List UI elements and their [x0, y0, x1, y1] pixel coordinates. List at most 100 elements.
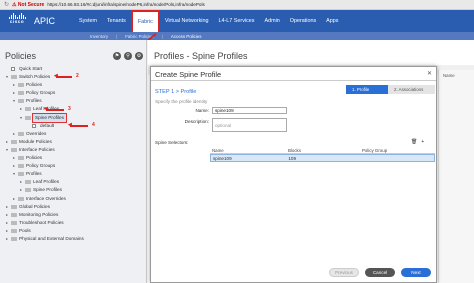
quick-start-icon[interactable]: ⚑ [113, 52, 121, 60]
chevron-right-icon[interactable]: ▸ [13, 154, 17, 162]
close-icon[interactable]: ✕ [427, 70, 432, 77]
subtab-access-policies[interactable]: Access Policies [167, 32, 206, 40]
table-row[interactable]: spine109 109 [210, 154, 435, 162]
chevron-down-icon[interactable]: ▾ [20, 114, 24, 122]
tree-item[interactable]: ▸ Overrides [0, 130, 146, 138]
tree-item-label: Troubleshoot Policies [19, 219, 64, 225]
tree-item[interactable]: ▸ Interface Overrides [0, 195, 146, 203]
cancel-button[interactable]: Cancel [365, 268, 395, 277]
reload-icon[interactable]: ↻ [4, 1, 9, 8]
step-subtitle: Specify the profile identity [155, 99, 208, 104]
tree-item[interactable]: ▾ Profiles [0, 97, 146, 105]
cisco-wordmark: cisco [9, 19, 25, 24]
tree-item[interactable]: ▸Leaf Profiles [0, 105, 146, 113]
tab-operations[interactable]: Operations [285, 10, 321, 32]
tree-item[interactable]: ▸ Policies [0, 81, 146, 89]
delete-icon[interactable]: 🗑 [411, 139, 417, 145]
previous-button[interactable]: Previous [329, 268, 359, 277]
dialog-title: Create Spine Profile [155, 70, 222, 79]
not-secure-warning: ⚠ Not Secure [12, 1, 45, 8]
folder-icon [11, 220, 17, 225]
chevron-right-icon[interactable]: ▸ [13, 81, 17, 89]
description-label: Description: [184, 119, 209, 124]
tab-apps[interactable]: Apps [321, 10, 343, 32]
chevron-right-icon[interactable]: ▸ [13, 130, 17, 138]
tree-item[interactable]: ▾ Profiles [0, 170, 146, 178]
tab-admin[interactable]: Admin [259, 10, 284, 32]
tab-system[interactable]: System [74, 10, 102, 32]
url-text[interactable]: https://10.66.93.16/#c:d|uni/infra/spine… [47, 2, 205, 7]
chevron-right-icon[interactable]: ▸ [6, 138, 10, 146]
chevron-right-icon[interactable]: ▸ [13, 162, 17, 170]
item-icon [32, 123, 36, 128]
search-icon[interactable]: ⚲ [124, 52, 132, 60]
annotation-arrowhead-icon: ◀ [68, 122, 72, 128]
tree-item-label: Switch Policies [19, 74, 51, 80]
chevron-right-icon[interactable]: ▸ [6, 219, 10, 227]
add-icon[interactable]: + [421, 139, 424, 145]
tree-item[interactable]: Quick Start [0, 65, 146, 73]
chevron-down-icon[interactable]: ▾ [6, 73, 10, 81]
step-associations-tab[interactable]: 2. Associations [388, 85, 435, 94]
name-input[interactable] [212, 107, 287, 114]
chevron-right-icon[interactable]: ▸ [6, 235, 10, 243]
tree-item[interactable]: ▸ Troubleshoot Policies [0, 219, 146, 227]
tree-item-label: Policy Groups [26, 163, 56, 169]
chevron-right-icon[interactable]: ▸ [6, 211, 10, 219]
next-button[interactable]: Next [401, 268, 431, 277]
tab-tenants[interactable]: Tenants [102, 10, 131, 32]
tree-item[interactable]: ▾ Spine Profiles [0, 112, 146, 123]
tree-item-label: Interface Overrides [26, 195, 66, 201]
tree-item[interactable]: ▸ Pools [0, 227, 146, 235]
annotation-arrowhead-icon: ◀ [54, 73, 58, 79]
subnav-separator: | [116, 33, 118, 39]
tree-item[interactable]: ▾ Switch Policies [0, 73, 146, 81]
background-column-header: Name [443, 73, 455, 78]
chevron-right-icon[interactable]: ▸ [20, 178, 24, 186]
chevron-right-icon[interactable]: ▸ [20, 105, 24, 113]
tree-item[interactable]: ▸ Policies [0, 154, 146, 162]
tree-item-label: Spine Profiles [32, 112, 67, 123]
folder-icon [18, 131, 24, 136]
chevron-right-icon[interactable]: ▸ [20, 186, 24, 194]
tab-virtual-networking[interactable]: Virtual Networking [160, 10, 214, 32]
chevron-right-icon[interactable]: ▸ [13, 89, 17, 97]
cell-blocks: 109 [288, 155, 296, 161]
tree-item[interactable]: ▾ Interface Policies [0, 146, 146, 154]
tab-fabric[interactable]: Fabric [130, 10, 160, 32]
tree-item[interactable]: ▸ Leaf Profiles [0, 178, 146, 186]
tree-item[interactable]: ▸ Physical and External Domains [0, 235, 146, 243]
tree-item[interactable]: ▸ Policy Groups [0, 89, 146, 97]
divider [151, 80, 436, 81]
chevron-down-icon[interactable]: ▾ [6, 146, 10, 154]
tree-item-label: Leaf Profiles [33, 179, 60, 185]
tab-l4-l7-services[interactable]: L4-L7 Services [214, 10, 260, 32]
chevron-right-icon[interactable]: ▸ [13, 195, 17, 203]
spine-selectors-label: Spine Selectors: [155, 140, 189, 145]
annotation-3: 3 [68, 106, 71, 112]
tree-item[interactable]: ▸ Policy Groups [0, 162, 146, 170]
folder-icon [11, 236, 17, 241]
chevron-right-icon[interactable]: ▸ [6, 227, 10, 235]
settings-icon[interactable]: ⚙ [135, 52, 143, 60]
annotation-2: 2 [76, 73, 79, 79]
tree-item[interactable]: ▸ Monitoring Policies [0, 211, 146, 219]
left-panel: Policies ⚑ ⚲ ⚙ Quick Start ▾ Switch Polici… [0, 40, 147, 283]
tree-item-label: Policies [26, 82, 43, 88]
tree-item[interactable]: ▸ Spine Profiles [0, 186, 146, 194]
tree-item[interactable]: ▸ Module Policies [0, 138, 146, 146]
tree-item-label: Policies [26, 155, 43, 161]
folder-icon [25, 115, 31, 120]
tree-item[interactable]: ▸ Global Policies [0, 203, 146, 211]
browser-address-bar[interactable]: ↻ ⚠ Not Secure https://10.66.93.16/#c:d|… [0, 0, 474, 10]
subtab-inventory[interactable]: Inventory [86, 32, 112, 40]
folder-icon [18, 91, 24, 96]
chevron-down-icon[interactable]: ▾ [13, 97, 17, 105]
column-blocks: Blocks [288, 147, 301, 153]
chevron-down-icon[interactable]: ▾ [13, 170, 17, 178]
description-input[interactable] [212, 118, 287, 132]
chevron-right-icon[interactable]: ▸ [6, 203, 10, 211]
left-panel-tools: ⚑ ⚲ ⚙ [113, 52, 143, 60]
step-profile-tab[interactable]: 1. Profile [346, 85, 388, 94]
tree-item-label: Policy Groups [26, 90, 56, 96]
